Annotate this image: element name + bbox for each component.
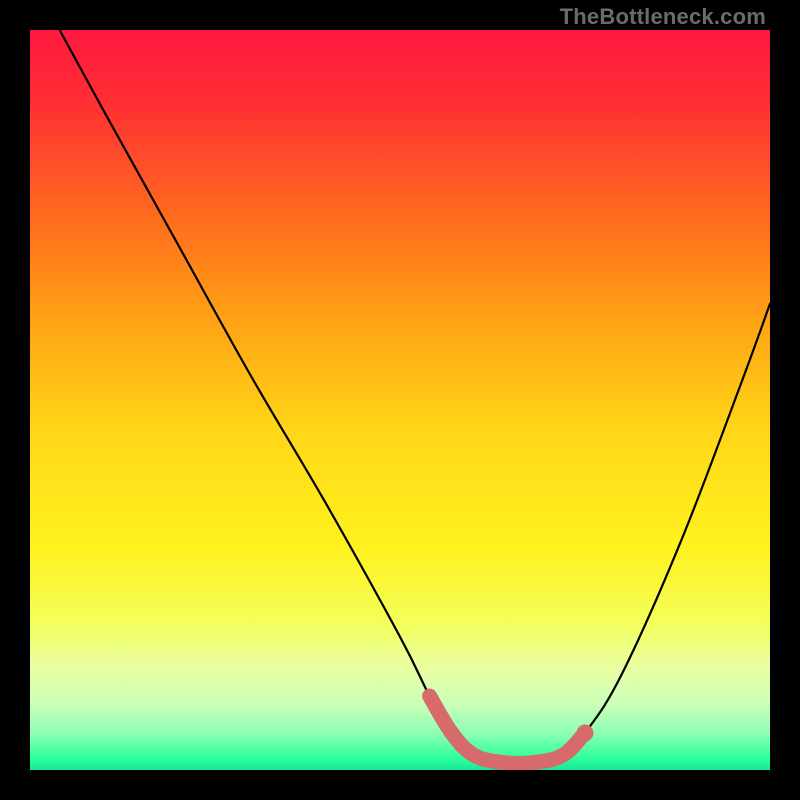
curve-layer: [30, 30, 770, 770]
bottleneck-curve-path: [60, 30, 770, 764]
optimal-band-path: [430, 696, 585, 764]
chart-frame: TheBottleneck.com: [0, 0, 800, 800]
watermark-text: TheBottleneck.com: [560, 4, 766, 30]
optimal-band-end-dot: [577, 725, 594, 742]
plot-area: [30, 30, 770, 770]
